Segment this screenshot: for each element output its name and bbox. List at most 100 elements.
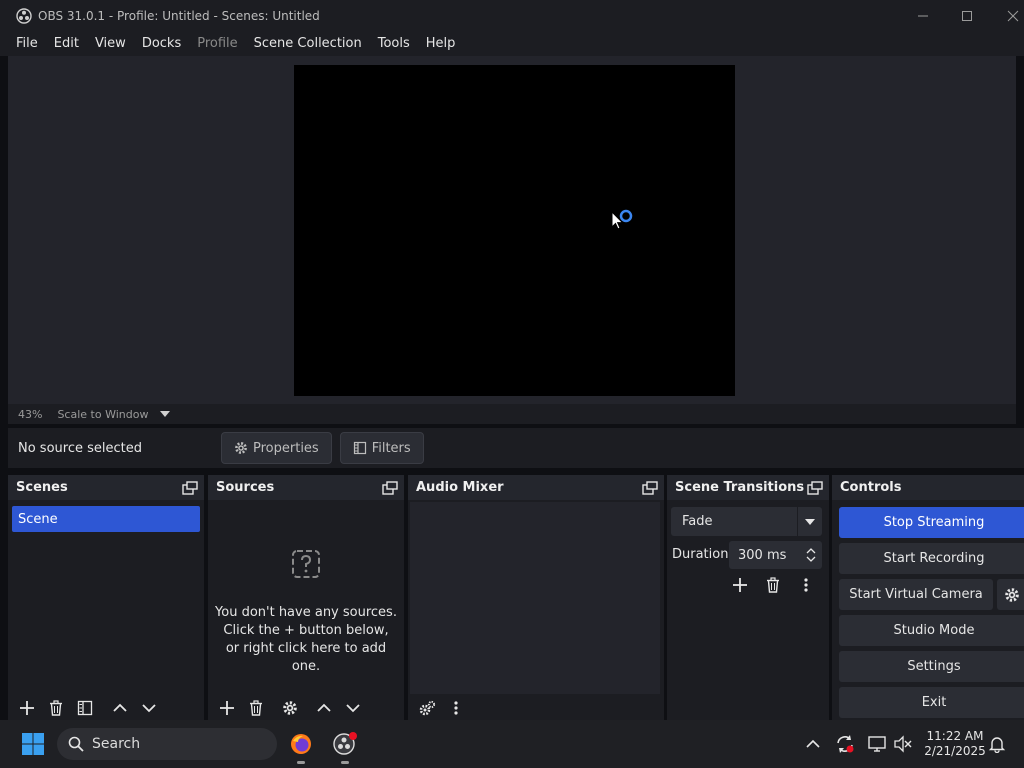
preview-canvas[interactable]	[294, 65, 735, 396]
chevron-up-icon	[806, 739, 820, 748]
tray-sync-status[interactable]	[834, 720, 856, 768]
menu-edit[interactable]: Edit	[46, 31, 87, 56]
chevron-up-icon[interactable]	[806, 547, 816, 555]
start-virtual-camera-button[interactable]: Start Virtual Camera	[839, 579, 993, 610]
filters-button[interactable]: Filters	[339, 432, 424, 464]
audio-mixer-menu-button[interactable]	[443, 697, 469, 719]
transition-menu-button[interactable]	[793, 574, 819, 596]
filter-icon	[353, 441, 366, 455]
windows-icon	[22, 733, 44, 755]
move-source-down-button[interactable]	[340, 697, 366, 719]
no-source-label: No source selected	[18, 440, 142, 456]
scenes-list[interactable]: Scene	[10, 502, 202, 694]
advanced-audio-button[interactable]	[414, 697, 440, 719]
add-transition-button[interactable]	[727, 574, 753, 596]
close-icon	[1007, 10, 1019, 21]
sync-icon	[837, 735, 854, 753]
properties-label: Properties	[253, 440, 319, 456]
remove-source-button[interactable]	[243, 697, 269, 719]
taskbar-search[interactable]: Search	[57, 728, 277, 760]
properties-button[interactable]: Properties	[221, 432, 332, 464]
gears-icon	[419, 700, 436, 716]
clock-date: 2/21/2025	[924, 744, 986, 758]
scene-transitions-dock-title: Scene Transitions	[675, 480, 805, 495]
controls-dock: Controls Stop Streaming Start Recording …	[832, 475, 1024, 721]
move-scene-down-button[interactable]	[136, 697, 162, 719]
studio-mode-button[interactable]: Studio Mode	[839, 615, 1024, 646]
trash-icon	[50, 700, 62, 716]
gear-icon	[283, 701, 297, 715]
exit-button[interactable]: Exit	[839, 687, 1024, 718]
duration-value: 300 ms	[738, 547, 787, 563]
add-source-button[interactable]	[214, 697, 240, 719]
menu-docks[interactable]: Docks	[134, 31, 189, 56]
audio-mixer-dock: Audio Mixer	[408, 475, 664, 721]
duration-spinbox[interactable]: 300 ms	[729, 541, 822, 569]
chevron-down-icon	[142, 704, 156, 713]
duration-label: Duration	[672, 547, 729, 562]
sources-list[interactable]: You don't have any sources. Click the + …	[210, 502, 402, 694]
maximize-button[interactable]	[944, 0, 990, 31]
chevron-down-icon[interactable]	[797, 507, 822, 536]
empty-sources-line: or right click here to add one.	[225, 641, 387, 674]
chevron-down-icon[interactable]	[806, 555, 816, 563]
filter-icon	[77, 700, 93, 716]
plus-icon	[220, 701, 234, 715]
chevron-down-icon[interactable]	[160, 411, 171, 417]
undock-icon[interactable]	[182, 480, 198, 495]
scene-list-item[interactable]: Scene	[12, 506, 200, 532]
more-vertical-icon	[804, 578, 808, 592]
undock-icon[interactable]	[382, 480, 398, 495]
menu-help[interactable]: Help	[418, 31, 464, 56]
taskbar-firefox[interactable]	[284, 720, 318, 768]
taskbar-obs[interactable]	[328, 720, 362, 768]
move-scene-up-button[interactable]	[107, 697, 133, 719]
audio-mixer-toolbar	[408, 695, 664, 721]
chevron-down-icon	[346, 704, 360, 713]
menu-scene-collection[interactable]: Scene Collection	[246, 31, 370, 56]
minimize-button[interactable]	[900, 0, 946, 31]
menu-profile[interactable]: Profile	[189, 31, 245, 56]
close-button[interactable]	[990, 0, 1024, 31]
menu-view[interactable]: View	[87, 31, 134, 56]
start-recording-button[interactable]: Start Recording	[839, 543, 1024, 574]
undock-icon[interactable]	[807, 480, 823, 495]
chevron-up-icon	[317, 703, 331, 712]
audio-mixer-area[interactable]	[410, 502, 660, 694]
menu-tools[interactable]: Tools	[370, 31, 418, 56]
settings-button[interactable]: Settings	[839, 651, 1024, 682]
transition-select[interactable]: Fade	[671, 507, 822, 536]
running-indicator	[297, 761, 305, 764]
add-scene-button[interactable]	[14, 697, 40, 719]
plus-icon	[733, 578, 747, 592]
notifications-button[interactable]	[986, 720, 1008, 768]
stop-streaming-button[interactable]: Stop Streaming	[839, 507, 1024, 538]
gear-icon	[235, 442, 247, 454]
virtual-camera-settings-button[interactable]	[997, 579, 1024, 610]
tray-network[interactable]	[866, 720, 888, 768]
source-properties-button[interactable]	[277, 697, 303, 719]
maximize-icon	[962, 10, 972, 21]
show-hidden-icons-button[interactable]	[802, 720, 824, 768]
controls-dock-title: Controls	[840, 480, 902, 495]
preview-zoom-bar: 43% Scale to Window	[8, 404, 1016, 424]
remove-transition-button[interactable]	[760, 574, 786, 596]
transition-value: Fade	[682, 514, 713, 529]
tray-volume[interactable]	[892, 720, 914, 768]
duration-stepper[interactable]	[800, 541, 822, 569]
taskbar-clock[interactable]: 11:22 AM 2/21/2025	[918, 729, 992, 759]
audio-mixer-dock-header: Audio Mixer	[408, 475, 664, 500]
scene-transitions-dock: Scene Transitions Fade Duration 300 ms	[667, 475, 829, 721]
scene-filters-button[interactable]	[72, 697, 98, 719]
title-bar: OBS 31.0.1 - Profile: Untitled - Scenes:…	[0, 0, 1024, 31]
scenes-toolbar	[8, 695, 204, 721]
search-placeholder: Search	[92, 736, 141, 752]
obs-icon	[333, 732, 357, 755]
start-button[interactable]	[16, 720, 50, 768]
undock-icon[interactable]	[642, 480, 658, 495]
taskbar: Search 11:22 AM 2/21/2025	[0, 720, 1024, 768]
menu-file[interactable]: File	[8, 31, 46, 56]
remove-scene-button[interactable]	[43, 697, 69, 719]
move-source-up-button[interactable]	[311, 697, 337, 719]
scale-mode-select[interactable]: Scale to Window	[57, 408, 148, 421]
